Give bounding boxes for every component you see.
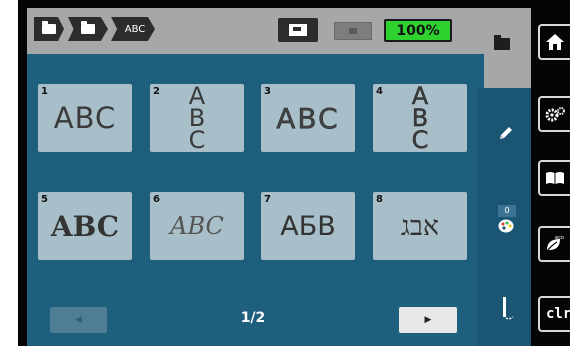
sewing-foot-icon <box>289 24 307 36</box>
folder-icon <box>42 21 56 34</box>
tile-8[interactable]: 8 אבג <box>373 192 467 260</box>
letter: C <box>188 126 206 154</box>
tile-3[interactable]: 3 ABC <box>261 84 355 152</box>
tile-1[interactable]: 1 ABC <box>38 84 132 152</box>
tile-preview: ABC <box>50 209 120 243</box>
tile-preview: ABC <box>170 212 224 240</box>
tile-6[interactable]: 6 ABC <box>150 192 244 260</box>
triangle-right-icon: ▶ <box>424 315 432 325</box>
eco-button[interactable]: eco <box>538 226 570 262</box>
svg-text:eco: eco <box>555 235 564 241</box>
triangle-left-icon: ◀ <box>75 315 82 325</box>
tile-2[interactable]: 2 A B C <box>150 84 244 152</box>
tile-5[interactable]: 5 ABC <box>38 192 132 260</box>
tile-preview: АБВ <box>280 210 336 242</box>
tile-preview: ABC <box>53 101 117 135</box>
folder-open-icon <box>81 21 95 34</box>
breadcrumb-current[interactable]: ABC <box>111 17 155 41</box>
tile-preview: ABC <box>276 101 340 135</box>
palette-icon[interactable] <box>498 219 514 233</box>
breadcrumb-root[interactable] <box>34 17 64 41</box>
tile-4[interactable]: 4 A B C <box>373 84 467 152</box>
bobbin-indicator <box>334 22 372 40</box>
clear-button[interactable]: clr <box>538 296 570 332</box>
page-indicator: 1/2 <box>240 310 266 326</box>
zoom-label: 100% <box>396 22 440 39</box>
breadcrumb-label: ABC <box>124 23 146 35</box>
prev-page-button[interactable]: ◀ <box>50 307 107 333</box>
home-icon <box>546 34 564 50</box>
zoom-button[interactable]: 100% <box>384 19 452 42</box>
next-page-button[interactable]: ▶ <box>399 307 457 333</box>
bobbin-icon <box>349 28 357 34</box>
needle-icon[interactable] <box>497 296 517 322</box>
folder-tab-icon <box>494 35 510 50</box>
pencil-icon[interactable] <box>497 124 515 142</box>
home-button[interactable] <box>538 24 570 60</box>
tutorial-button[interactable] <box>538 160 570 196</box>
breadcrumb-folder[interactable] <box>68 17 108 41</box>
presser-foot-button[interactable] <box>278 18 318 42</box>
tile-preview: A B C <box>373 84 467 152</box>
letter: C <box>411 126 429 154</box>
gears-icon <box>545 107 565 122</box>
color-counter: 0 <box>498 205 516 217</box>
alphabet-grid: 1 ABC 2 A B C 3 ABC 4 A B C 5 ABC 6 ABC … <box>30 64 478 346</box>
tile-preview: A B C <box>150 84 244 152</box>
tile-preview: אבג <box>400 210 440 242</box>
clear-label: clr <box>546 306 570 322</box>
tile-7[interactable]: 7 АБВ <box>261 192 355 260</box>
eco-leaf-icon: eco <box>546 235 564 252</box>
setup-button[interactable] <box>538 96 570 132</box>
book-icon <box>546 172 564 184</box>
